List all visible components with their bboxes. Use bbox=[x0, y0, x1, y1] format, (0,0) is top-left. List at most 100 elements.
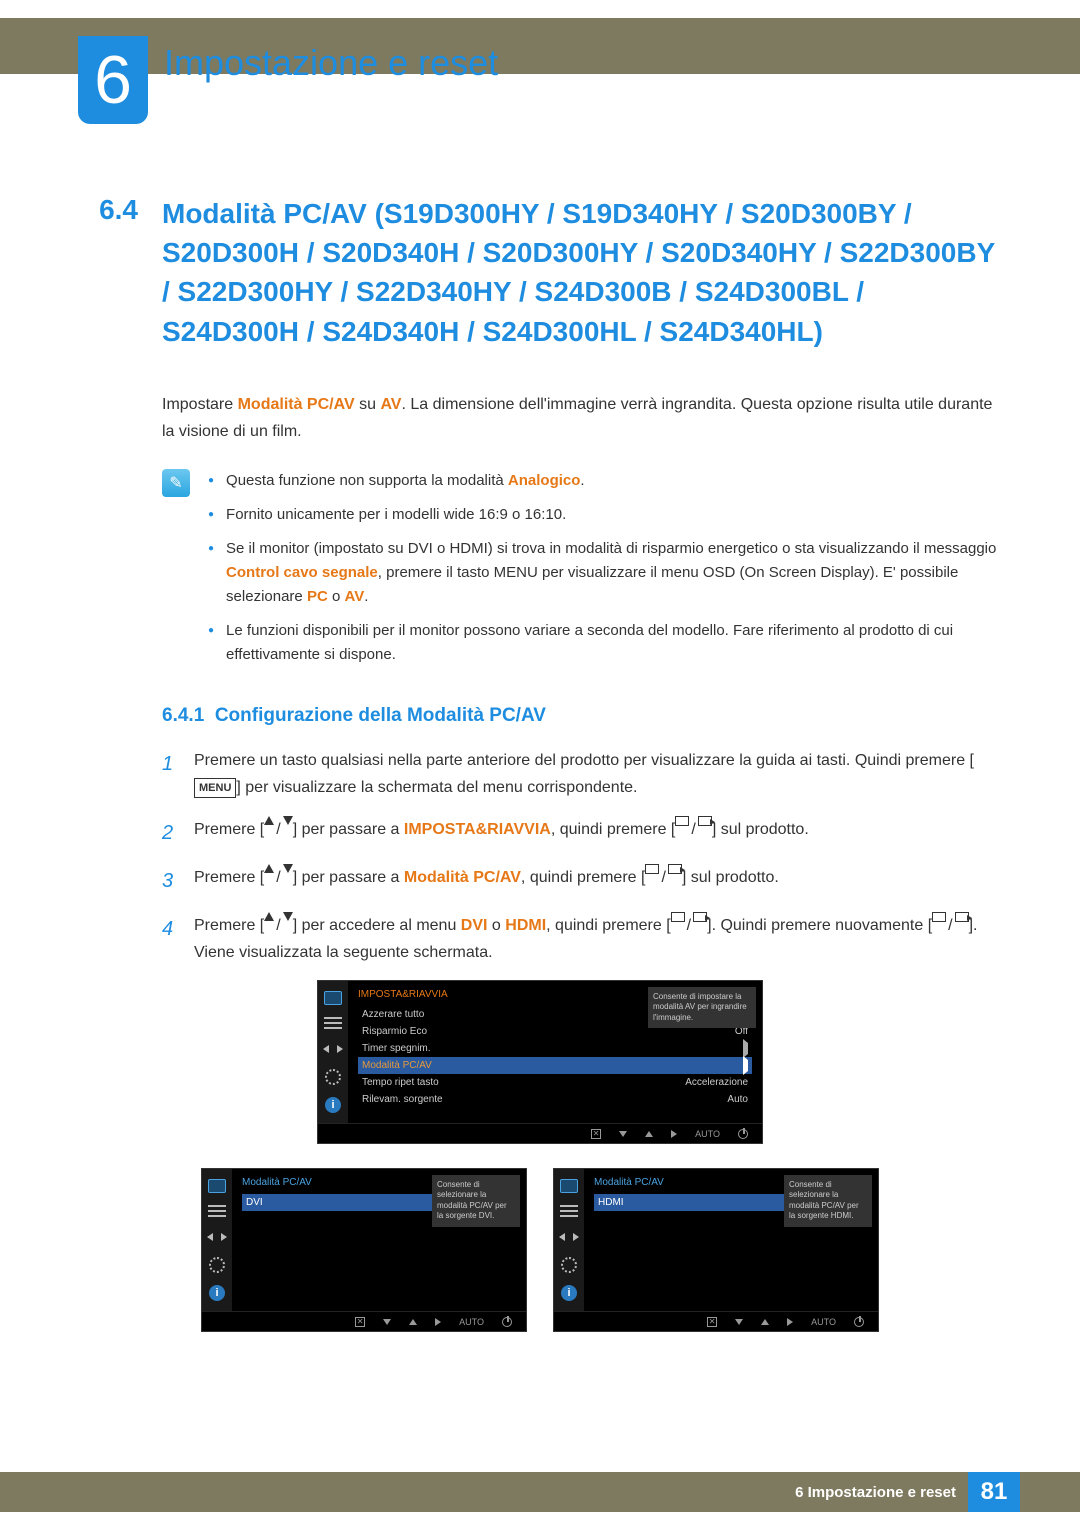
intro-paragraph: Impostare Modalità PC/AV su AV. La dimen… bbox=[162, 391, 1002, 445]
chapter-number: 6 bbox=[94, 46, 132, 114]
step-item: 2 Premere [ / ] per passare a IMPOSTA&RI… bbox=[162, 816, 1002, 850]
highlight: AV bbox=[380, 396, 401, 413]
up-icon bbox=[409, 1319, 417, 1325]
osd-main-menu: i IMPOSTA&RIAVVIA Azzerare tuttoRisparmi… bbox=[317, 980, 763, 1144]
bullet-icon: ● bbox=[208, 507, 214, 527]
menu-button-icon: MENU bbox=[194, 778, 236, 799]
step-number: 3 bbox=[162, 864, 180, 898]
down-icon bbox=[383, 1319, 391, 1325]
power-icon bbox=[502, 1317, 512, 1327]
monitor-icon bbox=[560, 1179, 578, 1193]
text: Se il monitor (impostato su DVI o HDMI) … bbox=[226, 540, 996, 557]
osd-row: Rilevam. sorgenteAuto bbox=[358, 1091, 752, 1108]
auto-label: AUTO bbox=[811, 1317, 836, 1327]
section-heading: 6.4 Modalità PC/AV (S19D300HY / S19D340H… bbox=[78, 194, 1002, 351]
step-item: 3 Premere [ / ] per passare a Modalità P… bbox=[162, 864, 1002, 898]
note-block: ✎ ●Questa funzione non supporta la modal… bbox=[162, 469, 1002, 677]
note-item: ● Se il monitor (impostato su DVI o HDMI)… bbox=[208, 537, 1002, 609]
close-icon: ✕ bbox=[591, 1129, 601, 1139]
subsection-title: Configurazione della Modalità PC/AV bbox=[215, 705, 546, 726]
note-item: ● Fornito unicamente per i modelli wide 1… bbox=[208, 503, 1002, 527]
step-text: Premere [ / ] per passare a IMPOSTA&RIAV… bbox=[194, 816, 809, 850]
osd-sidebar: i bbox=[554, 1169, 584, 1311]
up-down-icon: / bbox=[264, 816, 292, 843]
osd-row: Timer spegnim. bbox=[358, 1040, 752, 1057]
page-number: 81 bbox=[968, 1472, 1020, 1512]
text: . bbox=[364, 588, 368, 605]
monitor-icon bbox=[324, 991, 342, 1005]
close-icon: ✕ bbox=[707, 1317, 717, 1327]
subsection-number: 6.4.1 bbox=[162, 705, 204, 726]
text: o bbox=[328, 588, 345, 605]
step-item: 4 Premere [ / ] per accedere al menu DVI… bbox=[162, 912, 1002, 967]
osd-label: Timer spegnim. bbox=[362, 1043, 431, 1054]
highlight: DVI bbox=[461, 917, 488, 934]
list-icon bbox=[324, 1017, 342, 1029]
info-icon: i bbox=[209, 1285, 225, 1301]
auto-label: AUTO bbox=[459, 1317, 484, 1327]
osd-sub-pair: i Modalità PC/AV DVI ✓PC AV Consente di … bbox=[78, 1168, 1002, 1332]
highlight: Modalità PC/AV bbox=[238, 396, 355, 413]
osd-sidebar: i bbox=[318, 981, 348, 1123]
osd-label: Azzerare tutto bbox=[362, 1009, 424, 1020]
highlight: AV bbox=[344, 588, 364, 605]
note-item: ● Le funzioni disponibili per il monitor … bbox=[208, 619, 1002, 667]
source-icon: / bbox=[932, 912, 968, 939]
osd-tooltip: Consente di selezionare la modalità PC/A… bbox=[432, 1175, 520, 1227]
down-icon bbox=[735, 1319, 743, 1325]
up-down-icon: / bbox=[264, 864, 292, 891]
up-icon bbox=[645, 1131, 653, 1137]
text: Fornito unicamente per i modelli wide 16… bbox=[226, 503, 566, 527]
footer-label: 6 Impostazione e reset bbox=[795, 1484, 956, 1501]
auto-label: AUTO bbox=[695, 1129, 720, 1139]
osd-dvi-menu: i Modalità PC/AV DVI ✓PC AV Consente di … bbox=[201, 1168, 527, 1332]
gear-icon bbox=[561, 1257, 577, 1273]
highlight: Control cavo segnale bbox=[226, 564, 378, 581]
close-icon: ✕ bbox=[355, 1317, 365, 1327]
osd-label: DVI bbox=[246, 1197, 263, 1208]
right-icon bbox=[787, 1318, 793, 1326]
osd-value: Auto bbox=[727, 1094, 748, 1105]
osd-value bbox=[743, 1060, 748, 1071]
bullet-icon: ● bbox=[208, 473, 214, 493]
power-icon bbox=[738, 1129, 748, 1139]
footer-bar: 6 Impostazione e reset 81 bbox=[0, 1472, 1080, 1512]
bullet-icon: ● bbox=[208, 623, 214, 667]
note-icon: ✎ bbox=[162, 469, 190, 497]
header-bar: 6 Impostazione e reset bbox=[0, 18, 1080, 74]
monitor-icon bbox=[208, 1179, 226, 1193]
arrows-icon bbox=[325, 1041, 341, 1057]
osd-main-wrapper: i IMPOSTA&RIAVVIA Azzerare tuttoRisparmi… bbox=[78, 980, 1002, 1144]
highlight: HDMI bbox=[505, 917, 546, 934]
osd-label: Risparmio Eco bbox=[362, 1026, 427, 1037]
section-number: 6.4 bbox=[78, 194, 138, 351]
step-text: Premere [ / ] per passare a Modalità PC/… bbox=[194, 864, 779, 898]
bullet-icon: ● bbox=[208, 541, 214, 609]
osd-sidebar: i bbox=[202, 1169, 232, 1311]
subsection-heading: 6.4.1 Configurazione della Modalità PC/A… bbox=[162, 705, 1002, 727]
note-list: ●Questa funzione non supporta la modalit… bbox=[208, 469, 1002, 677]
chapter-badge: 6 bbox=[78, 36, 148, 124]
info-icon: i bbox=[561, 1285, 577, 1301]
right-icon bbox=[435, 1318, 441, 1326]
highlight: PC bbox=[307, 588, 328, 605]
osd-nav-bar: ✕ AUTO bbox=[318, 1123, 762, 1143]
step-number: 2 bbox=[162, 816, 180, 850]
list-icon bbox=[208, 1205, 226, 1217]
step-text: Premere un tasto qualsiasi nella parte a… bbox=[194, 747, 1002, 801]
osd-value: Accelerazione bbox=[685, 1077, 748, 1088]
chevron-right-icon bbox=[743, 1056, 748, 1075]
section-title: Modalità PC/AV (S19D300HY / S19D340HY / … bbox=[162, 194, 1002, 351]
osd-label: Tempo ripet tasto bbox=[362, 1077, 439, 1088]
text: Le funzioni disponibili per il monitor p… bbox=[226, 619, 1002, 667]
osd-row: Tempo ripet tasto Accelerazione bbox=[358, 1074, 752, 1091]
note-item: ●Questa funzione non supporta la modalit… bbox=[208, 469, 1002, 493]
osd-nav-bar: ✕ AUTO bbox=[202, 1311, 526, 1331]
step-text: Premere [ / ] per accedere al menu DVI o… bbox=[194, 912, 1002, 967]
text: su bbox=[355, 396, 381, 413]
source-icon: / bbox=[675, 816, 711, 843]
step-list: 1 Premere un tasto qualsiasi nella parte… bbox=[162, 747, 1002, 966]
step-item: 1 Premere un tasto qualsiasi nella parte… bbox=[162, 747, 1002, 801]
text: Impostare bbox=[162, 396, 238, 413]
list-icon bbox=[560, 1205, 578, 1217]
